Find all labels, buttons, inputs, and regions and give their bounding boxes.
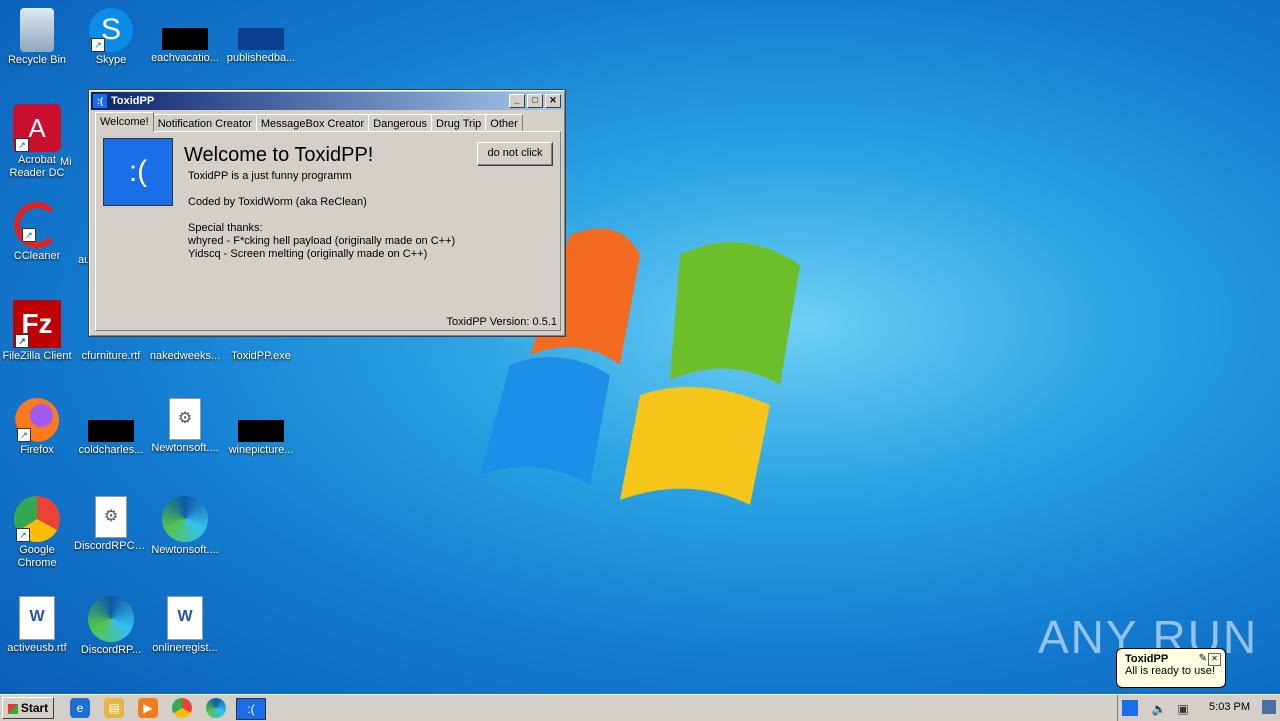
edge-icon[interactable] — [206, 698, 226, 718]
filezilla-icon: Fz ↗ — [13, 300, 61, 348]
desktop-icon-recycle-bin[interactable]: Recycle Bin — [0, 8, 74, 67]
desktop-icon-chrome[interactable]: ↗ Google Chrome — [0, 496, 74, 570]
desktop-icon-skype[interactable]: S ↗ Skype — [74, 8, 148, 67]
chrome-icon: ↗ — [14, 496, 60, 542]
icon-label: winepicture... — [228, 444, 294, 456]
balloon-message: All is ready to use! — [1125, 665, 1215, 677]
desktop-icon-edge[interactable]: DiscordRP... — [74, 596, 148, 657]
icon-label: Newtonsoft.... — [151, 544, 219, 556]
desktop-icon-ccleaner[interactable]: ↗ CCleaner — [0, 202, 74, 263]
icon-label: CCleaner — [13, 250, 61, 262]
icon-label: FileZilla Client — [2, 350, 72, 362]
tab-strip: Welcome! Notification Creator MessageBox… — [95, 112, 523, 132]
start-label: Start — [20, 701, 49, 715]
thanks-line-1: whyred - F*cking hell payload (originall… — [188, 235, 456, 247]
icon-label: Google Chrome — [17, 544, 57, 569]
tab-welcome[interactable]: Welcome! — [95, 112, 154, 132]
toxidpp-window: :( ToxidPP _ □ ✕ Welcome! Notification C… — [88, 89, 566, 337]
file-icon — [238, 420, 284, 442]
volume-icon[interactable]: 🔈 — [1150, 699, 1168, 717]
app-icon: :( — [93, 94, 107, 108]
network-icon[interactable]: ▣ — [1174, 699, 1192, 717]
desktop-icon-rtf[interactable]: W onlineregist... — [148, 596, 222, 655]
acrobat-icon: A ↗ — [13, 104, 61, 152]
desktop-icon-filezilla[interactable]: Fz ↗ FileZilla Client — [0, 300, 74, 363]
file-icon — [162, 28, 208, 50]
icon-label: Acrobat Reader DC — [9, 154, 65, 179]
tab-dangerous[interactable]: Dangerous — [368, 114, 433, 131]
icon-label: Skype — [95, 54, 127, 66]
desktop-icon-edge[interactable]: Newtonsoft.... — [148, 496, 222, 557]
welcome-heading: Welcome to ToxidPP! — [184, 144, 374, 166]
icon-label: coldcharles... — [78, 444, 144, 456]
icon-label: nakedweeks... — [149, 350, 221, 362]
icon-label: Newtonsoft.... — [151, 442, 219, 454]
explorer-icon[interactable]: ▤ — [104, 698, 124, 718]
thanks-title: Special thanks: — [188, 222, 263, 234]
toxidpp-tray-icon[interactable] — [1122, 700, 1138, 716]
edge-icon — [162, 496, 208, 542]
tray-notification-balloon[interactable]: ToxidPP All is ready to use! ✎ ✕ — [1116, 648, 1226, 688]
skype-icon: S ↗ — [89, 8, 133, 52]
author-text: Coded by ToxidWorm (aka ReClean) — [188, 196, 367, 208]
do-not-click-button[interactable]: do not click — [477, 142, 553, 166]
desktop-icon-file[interactable]: winepicture... — [224, 398, 298, 457]
window-title: ToxidPP — [111, 95, 155, 107]
close-icon[interactable]: ✕ — [1208, 653, 1221, 666]
desktop-icon-file[interactable]: coldcharles... — [74, 398, 148, 457]
show-desktop-icon[interactable] — [1262, 700, 1276, 714]
recycle-bin-icon — [20, 8, 54, 52]
version-label: ToxidPP Version: 0.5.1 — [446, 316, 557, 328]
desktop-icon-partial[interactable]: Mi — [60, 156, 90, 169]
chrome-icon[interactable] — [172, 698, 192, 718]
word-document-icon: W — [167, 596, 203, 640]
icon-label: cfurniture.rtf — [81, 350, 141, 362]
desktop-icon-rtf[interactable]: W activeusb.rtf — [0, 596, 74, 655]
ccleaner-icon: ↗ — [14, 202, 60, 248]
close-button[interactable]: ✕ — [545, 94, 561, 108]
maximize-button[interactable]: □ — [527, 94, 543, 108]
tab-other[interactable]: Other — [485, 114, 523, 131]
dll-file-icon: ⚙ — [95, 496, 127, 538]
minimize-button[interactable]: _ — [509, 94, 525, 108]
clock[interactable]: 5:03 PM — [1209, 701, 1250, 713]
desktop-icon-dll[interactable]: ⚙ DiscordRPC.dll — [74, 496, 148, 553]
ie-icon[interactable]: e — [70, 698, 90, 718]
tab-drug-trip[interactable]: Drug Trip — [431, 114, 487, 131]
word-document-icon: W — [19, 596, 55, 640]
icon-label: DiscordRP... — [80, 644, 142, 656]
system-tray: 🔈 ▣ 5:03 PM — [1117, 695, 1280, 721]
start-button[interactable]: Start — [2, 697, 54, 719]
icon-label: Firefox — [20, 444, 54, 456]
toxidpp-taskbar-button[interactable]: :( — [236, 698, 266, 720]
description-text: ToxidPP is a just funny programm — [188, 170, 352, 182]
tab-messagebox-creator[interactable]: MessageBox Creator — [255, 114, 370, 131]
media-player-icon[interactable]: ▶ — [138, 698, 158, 718]
thanks-line-2: Yidscq - Screen melting (originally made… — [188, 248, 428, 260]
icon-label: DiscordRPC.dll — [74, 540, 148, 552]
settings-icon[interactable]: ✎ — [1199, 653, 1207, 664]
icon-label: activeusb.rtf — [7, 642, 67, 654]
desktop-icon-file[interactable]: publishedba... — [224, 8, 298, 65]
icon-label: publishedba... — [226, 52, 296, 64]
icon-label: onlineregist... — [152, 642, 218, 654]
icon-label: Recycle Bin — [7, 54, 67, 66]
firefox-icon: ↗ — [15, 398, 59, 442]
desktop-icon-file[interactable]: eachvacatio... — [148, 8, 222, 65]
sad-face-image: :( — [103, 138, 173, 206]
dll-file-icon: ⚙ — [169, 398, 201, 440]
icon-label: eachvacatio... — [151, 52, 219, 64]
title-bar[interactable]: :( ToxidPP _ □ ✕ — [91, 92, 563, 110]
edge-icon — [88, 596, 134, 642]
desktop-icon-firefox[interactable]: ↗ Firefox — [0, 398, 74, 457]
icon-label: Mi — [60, 156, 72, 168]
file-icon — [88, 420, 134, 442]
file-icon — [238, 28, 284, 50]
icon-label: ToxidPP.exe — [231, 350, 291, 362]
desktop-icon-dll[interactable]: ⚙ Newtonsoft.... — [148, 398, 222, 455]
tab-notification-creator[interactable]: Notification Creator — [152, 114, 257, 131]
windows-flag-icon — [7, 703, 18, 714]
taskbar: Start e ▤ ▶ :( 🔈 ▣ 5:03 PM — [0, 694, 1280, 721]
